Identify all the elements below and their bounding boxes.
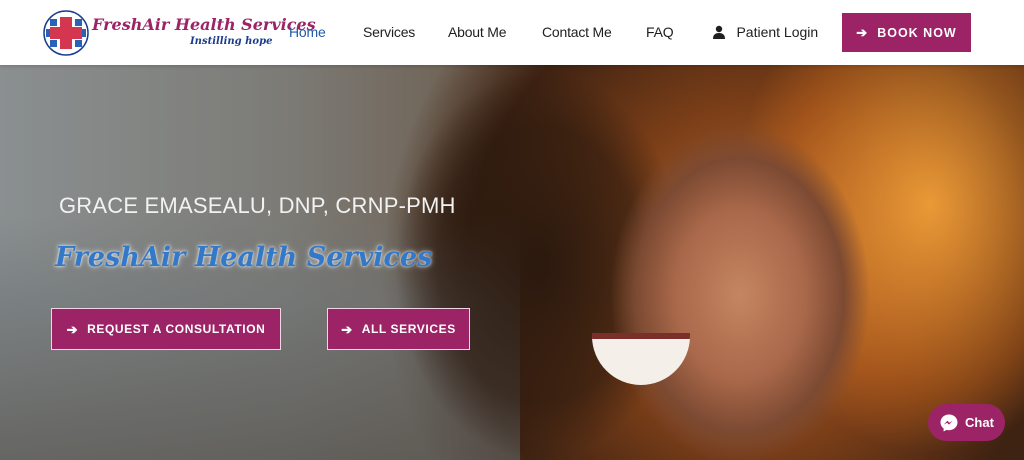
hero-title: FreshAir Health Services <box>55 242 433 273</box>
nav-faq[interactable]: FAQ <box>646 24 674 40</box>
all-services-button[interactable]: ➔ ALL SERVICES <box>327 308 470 350</box>
nav-home[interactable]: Home <box>289 24 326 40</box>
patient-login-link[interactable]: Patient Login <box>712 24 818 42</box>
logo-tagline: Instilling hope <box>190 36 273 47</box>
messenger-icon <box>940 414 958 431</box>
request-consultation-button[interactable]: ➔ REQUEST A CONSULTATION <box>51 308 281 350</box>
chat-button[interactable]: Chat <box>928 404 1005 441</box>
book-now-label: BOOK NOW <box>877 25 957 40</box>
patient-login-label: Patient Login <box>736 24 819 40</box>
medical-cross-logo-icon <box>43 10 89 56</box>
arrow-right-icon: ➔ <box>341 321 353 337</box>
book-now-button[interactable]: ➔ BOOK NOW <box>842 13 971 52</box>
user-icon <box>713 25 725 39</box>
nav-services[interactable]: Services <box>363 24 415 40</box>
site-header: FreshAir Health Services Instilling hope… <box>0 0 1024 65</box>
hero-background-face <box>560 105 940 460</box>
request-consultation-label: REQUEST A CONSULTATION <box>87 322 266 336</box>
nav-about-me[interactable]: About Me <box>448 24 507 40</box>
arrow-right-icon: ➔ <box>66 321 79 337</box>
all-services-label: ALL SERVICES <box>361 322 456 336</box>
nav-contact-me[interactable]: Contact Me <box>542 24 612 40</box>
arrow-right-icon: ➔ <box>856 25 869 40</box>
site-logo[interactable]: FreshAir Health Services Instilling hope <box>42 9 316 57</box>
chat-label: Chat <box>965 415 994 430</box>
logo-name: FreshAir Health Services <box>92 15 316 34</box>
hero-subtitle: GRACE EMASEALU, DNP, CRNP-PMH <box>59 193 456 218</box>
